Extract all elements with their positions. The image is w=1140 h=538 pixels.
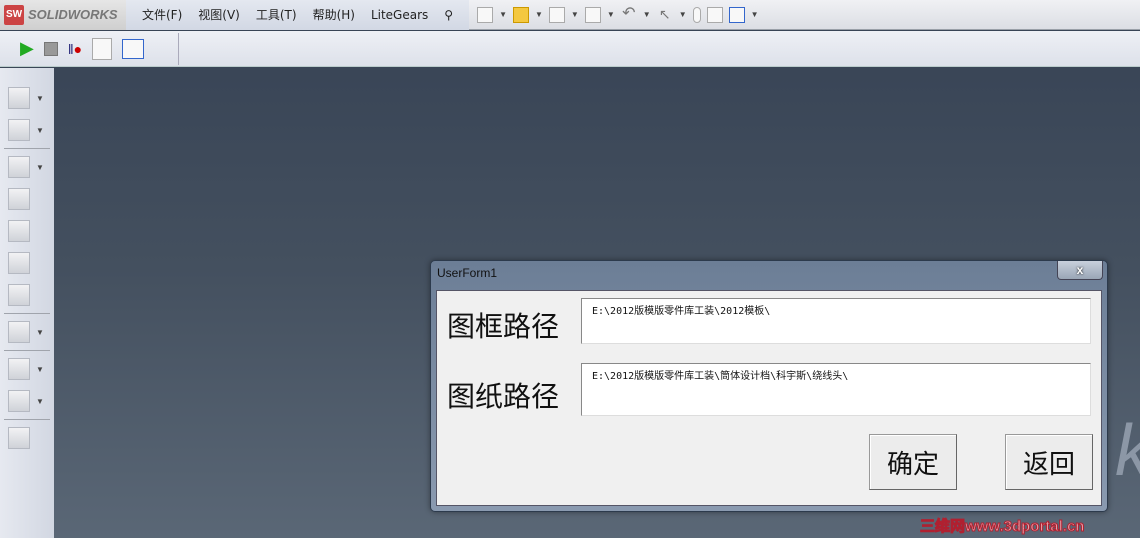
- ok-button[interactable]: 确定: [869, 434, 957, 490]
- macro-toolbar: ▶ ‖●: [0, 31, 1140, 67]
- fillet-button[interactable]: ▼: [0, 151, 54, 183]
- dialog-title: UserForm1: [437, 266, 498, 280]
- extrude-cut-button[interactable]: ▼: [0, 114, 54, 146]
- frame-path-input[interactable]: E:\2012版模版零件库工装\2012模板\: [581, 298, 1091, 344]
- chevron-down-icon[interactable]: ▼: [571, 10, 579, 19]
- rib-icon: [8, 188, 30, 210]
- cut-icon: [8, 119, 30, 141]
- drawing-path-label: 图纸路径: [447, 380, 560, 413]
- logo-mark: SW: [4, 4, 24, 25]
- hole-wizard-icon: [8, 284, 30, 306]
- logo-text: SOLIDWORKS: [28, 7, 118, 22]
- menu-file[interactable]: 文件(F): [134, 6, 190, 23]
- instant3d-icon: [8, 427, 30, 449]
- record-pause-macro-icon[interactable]: ‖●: [68, 41, 82, 57]
- file-properties-icon[interactable]: [706, 6, 723, 23]
- run-macro-icon[interactable]: ▶: [20, 38, 34, 59]
- hole-wizard-button[interactable]: [0, 279, 54, 311]
- userform-dialog: UserForm1 x 图框路径 E:\2012版模版零件库工装\2012模板\…: [430, 260, 1108, 512]
- undo-icon[interactable]: ↶: [621, 5, 637, 23]
- frame-path-label: 图框路径: [447, 310, 560, 343]
- chevron-down-icon[interactable]: ▼: [679, 10, 687, 19]
- chevron-down-icon[interactable]: ▼: [643, 10, 651, 19]
- toolbar-divider: [178, 33, 179, 65]
- curves-button[interactable]: ▼: [0, 385, 54, 417]
- extrude-icon: [8, 87, 30, 109]
- reference-geometry-button[interactable]: ▼: [0, 353, 54, 385]
- pin-icon[interactable]: ⚲: [436, 8, 461, 22]
- edit-macro-icon[interactable]: [122, 38, 145, 59]
- menu-help[interactable]: 帮助(H): [305, 6, 363, 23]
- stop-macro-icon[interactable]: [43, 41, 58, 56]
- shell-button[interactable]: [0, 215, 54, 247]
- extrude-boss-button[interactable]: ▼: [0, 82, 54, 114]
- new-macro-icon[interactable]: [92, 37, 113, 60]
- features-toolbar: ▼ ▼ ▼ ▼ ▼ ▼: [0, 68, 54, 538]
- pattern-button[interactable]: ▼: [0, 316, 54, 348]
- drawing-path-input[interactable]: E:\2012版模版零件库工装\筒体设计档\科宇斯\绕线头\: [581, 363, 1091, 416]
- fillet-icon: [8, 156, 30, 178]
- options-list-icon[interactable]: [728, 6, 745, 23]
- dialog-client: 图框路径 E:\2012版模版零件库工装\2012模板\ 图纸路径 E:\201…: [436, 290, 1102, 506]
- chevron-down-icon[interactable]: ▼: [499, 10, 507, 19]
- chevron-down-icon[interactable]: ▼: [535, 10, 543, 19]
- curve-icon: [8, 390, 30, 412]
- back-button[interactable]: 返回: [1005, 434, 1093, 490]
- chevron-down-icon[interactable]: ▼: [607, 10, 615, 19]
- save-icon[interactable]: [548, 6, 565, 23]
- menu-tools[interactable]: 工具(T): [248, 6, 305, 23]
- menu-bar: SW SOLIDWORKS 文件(F) 视图(V) 工具(T) 帮助(H) Li…: [0, 0, 1140, 30]
- linear-pattern-icon: [8, 321, 30, 343]
- new-document-icon[interactable]: [477, 6, 494, 23]
- draft-icon: [8, 252, 30, 274]
- close-button[interactable]: x: [1057, 261, 1103, 280]
- select-cursor-icon[interactable]: ↖: [657, 7, 673, 23]
- reference-plane-icon: [8, 358, 30, 380]
- watermark: 三维网www.3dportal.cn: [919, 518, 1085, 536]
- solidworks-logo[interactable]: SW SOLIDWORKS: [0, 0, 126, 30]
- background-logo-text: k: [1115, 410, 1140, 492]
- draft-button[interactable]: [0, 247, 54, 279]
- open-folder-icon[interactable]: [513, 6, 529, 23]
- rebuild-icon[interactable]: [692, 6, 701, 23]
- menu-litegears[interactable]: LiteGears: [363, 8, 436, 22]
- chevron-down-icon[interactable]: ▼: [751, 10, 759, 19]
- instant3d-button[interactable]: [0, 422, 54, 454]
- menu-view[interactable]: 视图(V): [190, 6, 248, 23]
- rib-button[interactable]: [0, 183, 54, 215]
- shell-icon: [8, 220, 30, 242]
- print-icon[interactable]: [584, 6, 601, 23]
